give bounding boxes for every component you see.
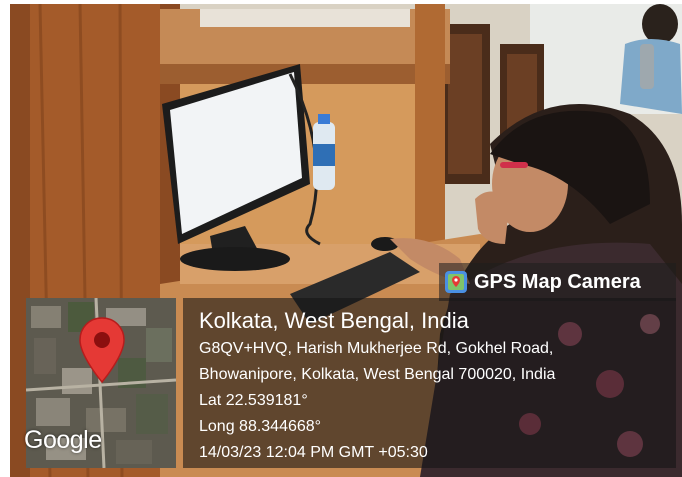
address-line-2: Bhowanipore, Kolkata, West Bengal 700020… [199,366,556,383]
address-line-1: G8QV+HVQ, Harish Mukherjee Rd, Gokhel Ro… [199,340,554,357]
longitude-text: Long 88.344668° [199,418,322,435]
location-title: Kolkata, West Bengal, India [199,308,469,333]
latitude-text: Lat 22.539181° [199,392,308,409]
gps-map-camera-label: GPS Map Camera [474,270,641,293]
camera-map-icon [445,271,467,293]
timestamp-text: 14/03/23 12:04 PM GMT +05:30 [199,444,428,461]
google-logo: Google [24,426,102,454]
gps-map-camera-badge: GPS Map Camera [439,263,676,301]
location-info-panel: Kolkata, West Bengal, India G8QV+HVQ, Ha… [183,298,676,468]
map-pin-icon [79,317,125,384]
